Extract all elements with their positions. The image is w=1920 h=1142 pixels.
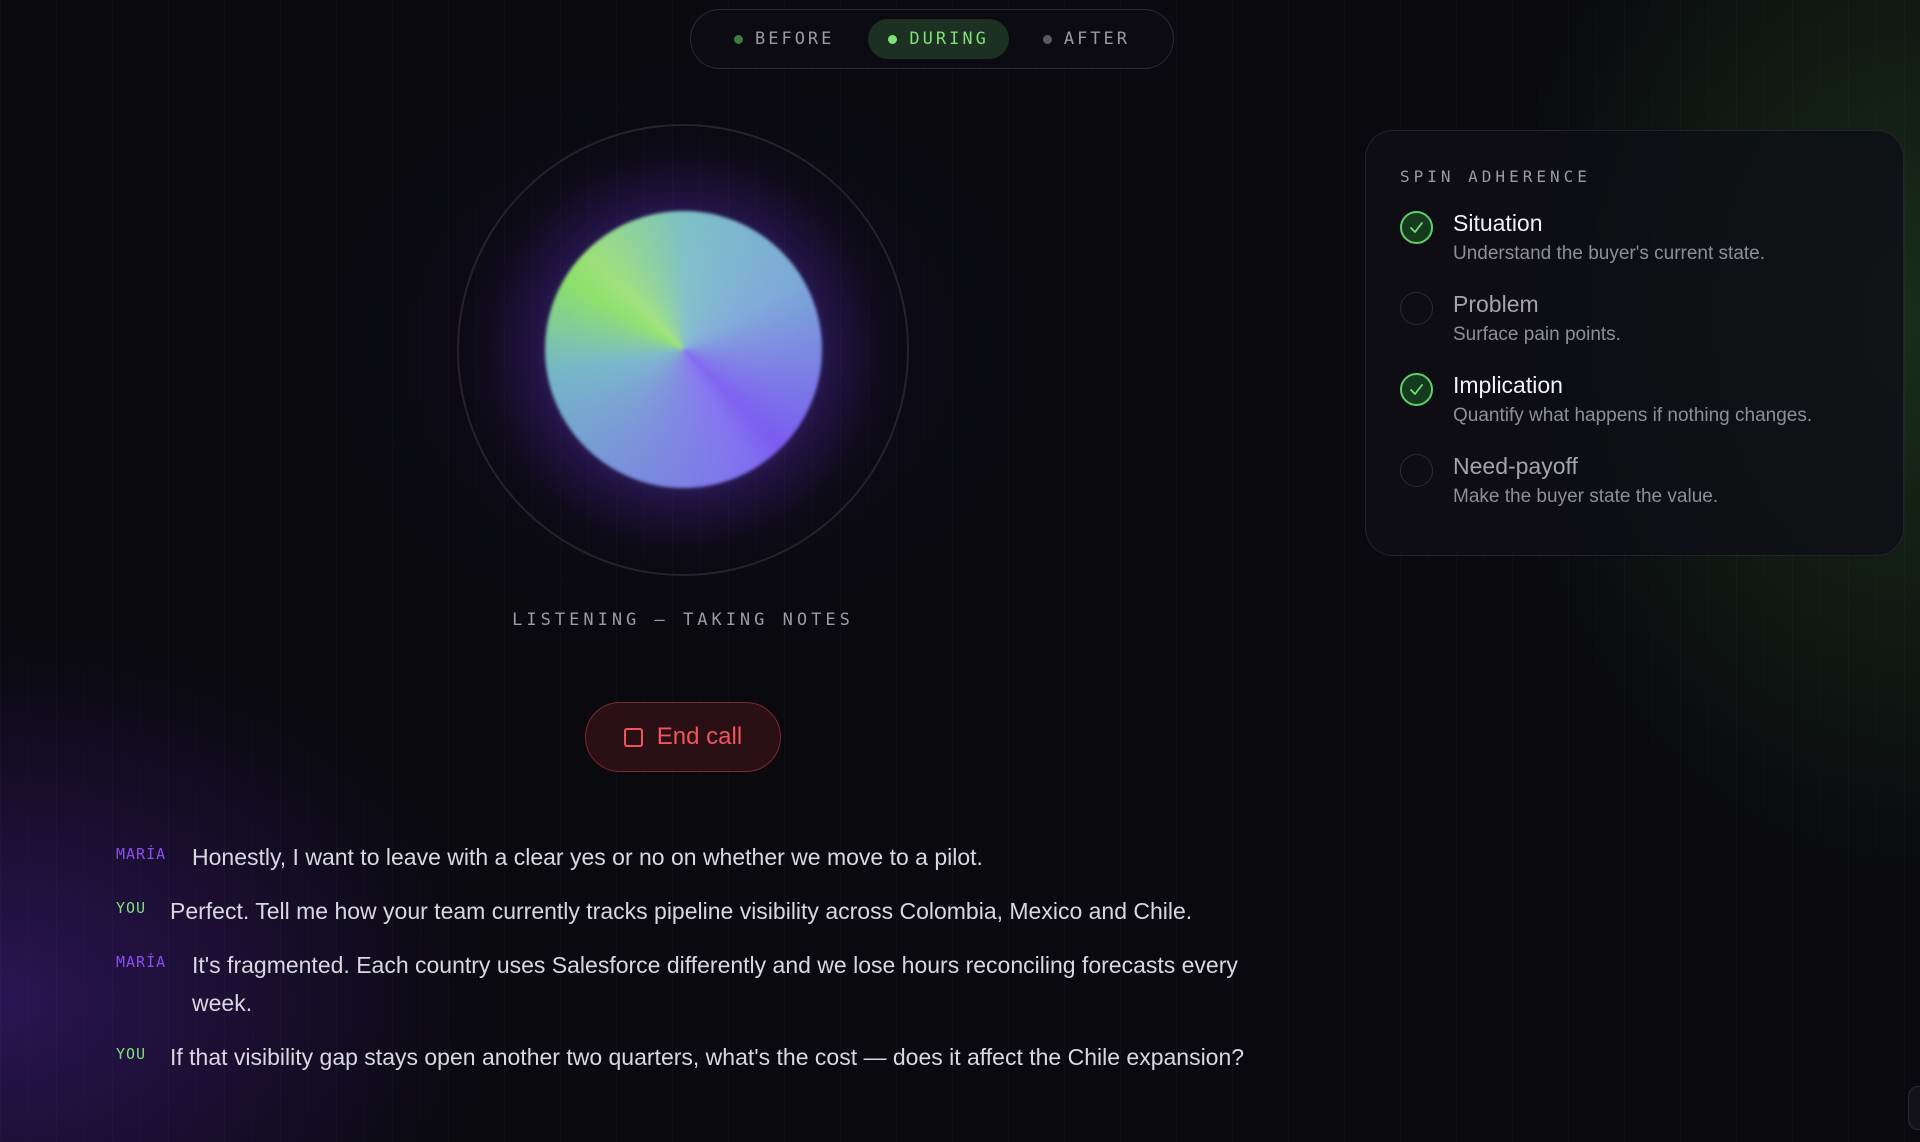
transcript-line: YOU If that visibility gap stays open an…: [116, 1038, 1256, 1076]
spin-item-implication: Implication Quantify what happens if not…: [1400, 370, 1869, 451]
spin-item-problem: Problem Surface pain points.: [1400, 289, 1869, 370]
side-panel-handle[interactable]: [1908, 1086, 1920, 1130]
speaker-label: YOU: [116, 1045, 147, 1063]
call-status-text: LISTENING — TAKING NOTES: [512, 610, 854, 630]
spin-item-description: Quantify what happens if nothing changes…: [1453, 405, 1813, 426]
phase-switcher: BEFORE DURING AFTER: [690, 9, 1174, 69]
spin-adherence-panel: SPIN ADHERENCE Situation Understand the …: [1365, 130, 1904, 556]
utterance-text: If that visibility gap stays open anothe…: [170, 1044, 1245, 1070]
speaker-label: MARÍA: [116, 953, 167, 971]
orb-highlight: [545, 211, 822, 488]
phase-dot-icon: [888, 34, 898, 44]
speaker-label: YOU: [116, 899, 147, 917]
phase-label: DURING: [909, 29, 989, 49]
utterance-text: It's fragmented. Each country uses Sales…: [192, 952, 1238, 1016]
empty-circle-icon: [1400, 292, 1433, 325]
phase-tab-after[interactable]: AFTER: [1023, 19, 1150, 59]
spin-item-description: Surface pain points.: [1453, 324, 1621, 345]
transcript-line: YOU Perfect. Tell me how your team curre…: [116, 892, 1256, 930]
utterance-text: Honestly, I want to leave with a clear y…: [192, 844, 983, 870]
transcript-line: MARÍA It's fragmented. Each country uses…: [116, 946, 1256, 1022]
live-transcript: MARÍA Honestly, I want to leave with a c…: [116, 838, 1256, 1092]
transcript-line: MARÍA Honestly, I want to leave with a c…: [116, 838, 1256, 876]
check-icon: [1400, 211, 1433, 244]
check-icon: [1400, 373, 1433, 406]
stop-icon: [623, 727, 643, 747]
phase-label: AFTER: [1063, 29, 1131, 49]
utterance-text: Perfect. Tell me how your team currently…: [170, 898, 1193, 924]
spin-item-name: Problem: [1453, 291, 1539, 317]
spin-item-need-payoff: Need-payoff Make the buyer state the val…: [1400, 451, 1869, 532]
spin-item-description: Understand the buyer's current state.: [1453, 243, 1766, 264]
spin-item-description: Make the buyer state the value.: [1453, 486, 1719, 507]
spin-item-name: Need-payoff: [1453, 453, 1578, 479]
empty-circle-icon: [1400, 454, 1433, 487]
phase-dot-icon: [733, 34, 743, 44]
panel-title: SPIN ADHERENCE: [1400, 167, 1591, 186]
spin-item-name: Implication: [1453, 372, 1563, 398]
phase-tab-during[interactable]: DURING: [868, 19, 1009, 59]
end-call-label: End call: [656, 723, 743, 750]
spin-item-name: Situation: [1453, 210, 1543, 236]
end-call-button[interactable]: End call: [585, 702, 781, 772]
phase-dot-icon: [1042, 34, 1052, 44]
spin-item-situation: Situation Understand the buyer's current…: [1400, 208, 1869, 289]
phase-label: BEFORE: [754, 29, 835, 49]
speaker-label: MARÍA: [116, 845, 167, 863]
phase-tab-before[interactable]: BEFORE: [714, 19, 854, 59]
